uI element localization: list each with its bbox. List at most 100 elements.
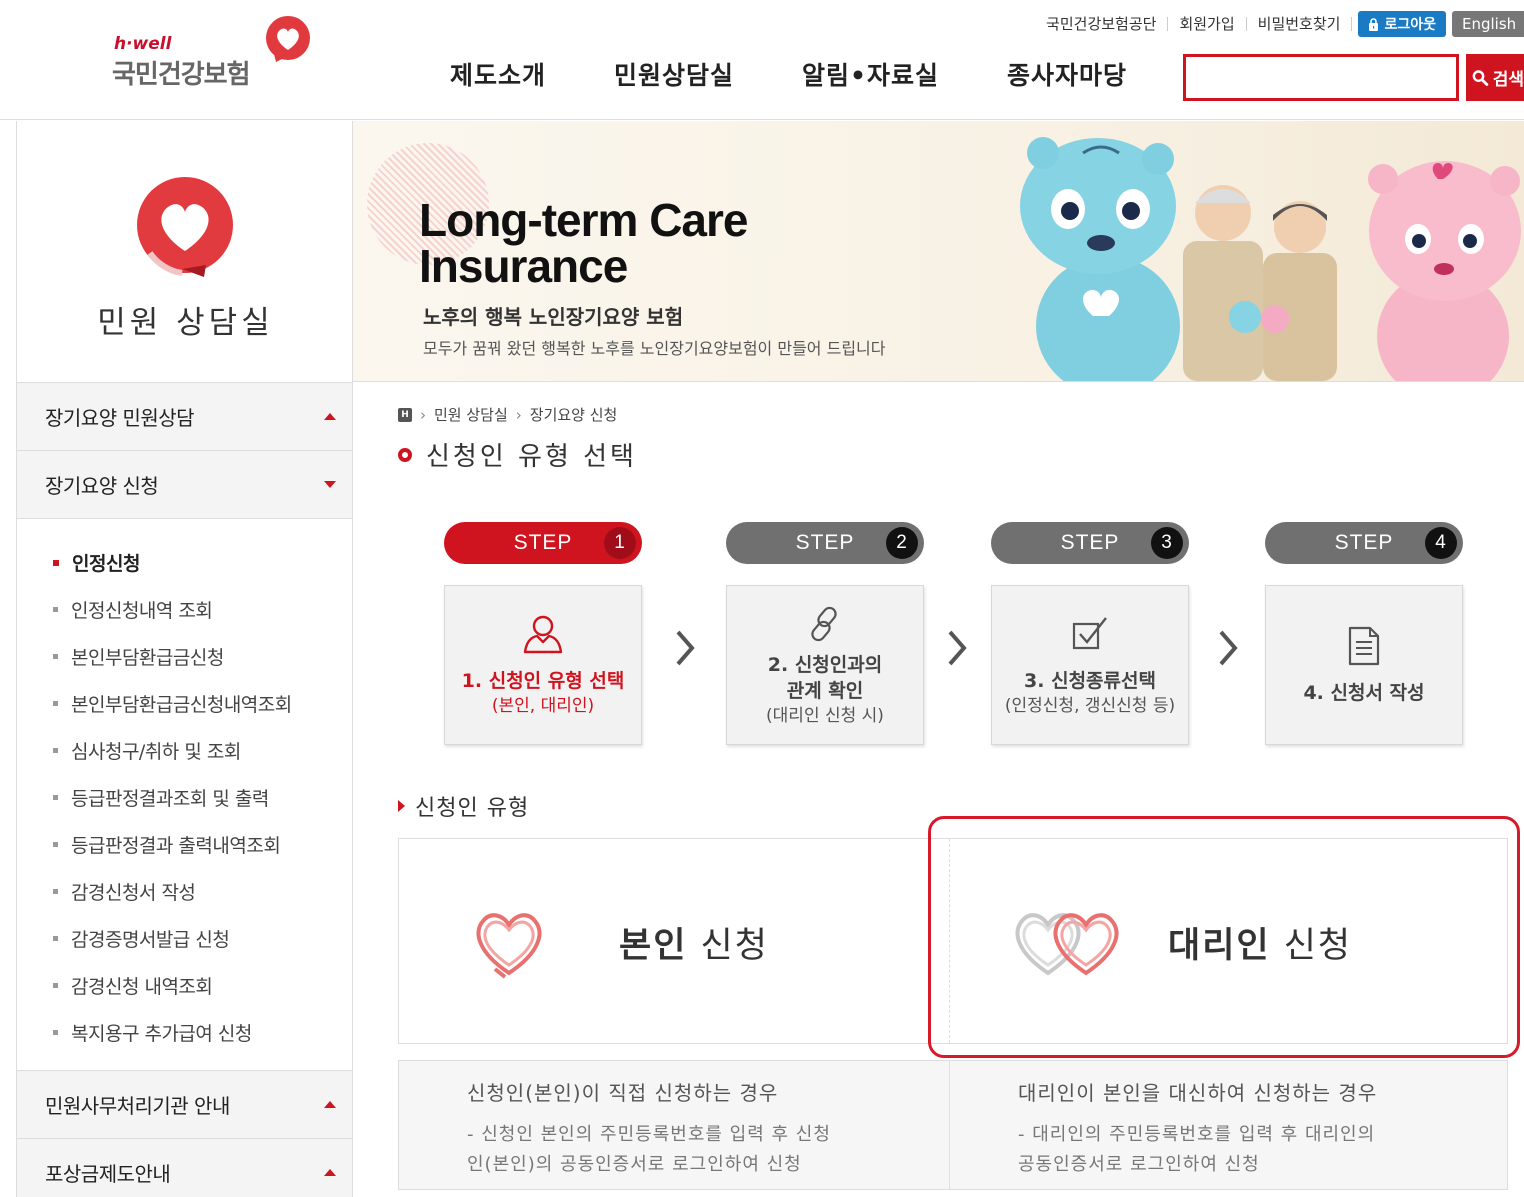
bullet-icon — [53, 559, 59, 566]
nav-item-system-intro[interactable]: 제도소개 — [450, 56, 546, 92]
section-title-text: 신청인 유형 — [415, 796, 530, 821]
step-box: 1. 신청인 유형 선택 (본인, 대리인) — [444, 585, 642, 745]
submenu-item-label: 감경신청 내역조회 — [71, 976, 213, 998]
proxy-apply-bold: 대리인 — [1168, 926, 1271, 966]
submenu-item-label: 등급판정결과조회 및 출력 — [71, 788, 269, 810]
submenu-item-reduction-form[interactable]: 감경신청서 작성 — [17, 868, 352, 915]
breadcrumb: H › 민원 상담실 › 장기요양 신청 — [398, 404, 617, 425]
sidebar-item-label: 민원사무처리기관 안내 — [45, 1094, 230, 1118]
step-pill: STEP 3 — [991, 522, 1189, 564]
step-label: 1. 신청인 유형 선택 — [461, 670, 625, 692]
submenu-item-label: 인정신청 — [72, 553, 140, 575]
bullet-icon — [53, 983, 58, 988]
description-line: 인(본인)의 공동인증서로 로그인하여 신청 — [467, 1154, 802, 1175]
submenu-item-label: 본인부담환급금신청내역조회 — [71, 694, 292, 716]
main-nav: 제도소개 민원상담실 알림•자료실 종사자마당 — [450, 56, 1195, 92]
breadcrumb-item-civil-consult[interactable]: 민원 상담실 — [434, 404, 508, 425]
submenu-item-certification-history[interactable]: 인정신청내역 조회 — [17, 586, 352, 633]
mascot-illustration — [1020, 137, 1521, 381]
link-icon — [811, 606, 837, 642]
util-link-join[interactable]: 회원가입 — [1168, 17, 1247, 32]
step-pill: STEP 1 — [444, 522, 642, 564]
heart-icon — [476, 913, 542, 979]
page-title-text: 신청인 유형 선택 — [426, 442, 637, 472]
chevron-right-icon — [676, 630, 695, 666]
proxy-apply-button[interactable]: 대리인 신청 — [949, 839, 1507, 1043]
heart-emblem-icon — [137, 177, 233, 277]
self-apply-button[interactable]: 본인 신청 — [399, 839, 948, 1043]
submenu-item-welfare-equipment[interactable]: 복지용구 추가급여 신청 — [17, 1009, 352, 1056]
submenu-item-appeal[interactable]: 심사청구/취하 및 조회 — [17, 727, 352, 774]
sidebar-item-ltc-apply[interactable]: 장기요양 신청 — [17, 451, 352, 519]
bullet-icon — [53, 701, 58, 706]
home-icon[interactable]: H — [398, 407, 412, 422]
submenu-item-reduction-history[interactable]: 감경신청 내역조회 — [17, 962, 352, 1009]
double-heart-icon — [1015, 913, 1119, 976]
submenu-item-grade-print-history[interactable]: 등급판정결과 출력내역조회 — [17, 821, 352, 868]
step-3: STEP 3 3. 신청종류선택 (인정신청, 갱신신청 등) — [991, 522, 1189, 745]
submenu-item-label: 심사청구/취하 및 조회 — [71, 741, 241, 763]
submenu-item-label: 인정신청내역 조회 — [71, 600, 213, 622]
sidebar-item-processing-agency[interactable]: 민원사무처리기관 안내 — [17, 1071, 352, 1139]
description-line: 공동인증서로 로그인하여 신청 — [1018, 1154, 1260, 1175]
step-label-line2: 관계 확인 — [786, 680, 864, 702]
english-button[interactable]: English — [1452, 11, 1524, 37]
step-note: (본인, 대리인) — [491, 696, 595, 716]
step-label-line1: 2. 신청인과의 — [767, 654, 883, 676]
sidebar-header: 민원 상담실 — [17, 121, 352, 383]
step-note: (인정신청, 갱신신청 등) — [1004, 696, 1176, 716]
site-logo[interactable]: h·well 국민건강보험 — [110, 14, 320, 90]
search-button[interactable]: 검색 — [1466, 54, 1524, 101]
triangle-bullet-icon — [398, 800, 405, 812]
sidebar-item-label: 장기요양 신청 — [45, 474, 159, 498]
description-head: 대리인이 본인을 대신하여 신청하는 경우 — [1018, 1081, 1378, 1105]
caret-down-icon — [324, 481, 336, 488]
search-input[interactable] — [1183, 54, 1459, 101]
util-link-nhis[interactable]: 국민건강보험공단 — [1035, 17, 1169, 32]
submenu-item-label: 등급판정결과 출력내역조회 — [71, 835, 281, 857]
document-icon — [1348, 626, 1380, 666]
nav-item-civil-consult[interactable]: 민원상담실 — [614, 56, 734, 92]
step-4: STEP 4 4. 신청서 작성 — [1265, 522, 1463, 745]
sidebar-item-label: 포상금제도안내 — [45, 1162, 171, 1186]
sidebar-item-reward-system[interactable]: 포상금제도안내 — [17, 1139, 352, 1197]
submenu-item-reduction-certificate[interactable]: 감경증명서발급 신청 — [17, 915, 352, 962]
caret-up-icon — [324, 1101, 336, 1108]
nav-item-notice-data[interactable]: 알림•자료실 — [802, 56, 939, 92]
description-head: 신청인(본인)이 직접 신청하는 경우 — [467, 1081, 779, 1105]
logout-button[interactable]: 로그아웃 — [1358, 11, 1446, 37]
search-button-label: 검색 — [1492, 70, 1524, 90]
nav-item-worker-plaza[interactable]: 종사자마당 — [1007, 56, 1127, 92]
sidebar-item-ltc-consult[interactable]: 장기요양 민원상담 — [17, 383, 352, 451]
breadcrumb-item-ltc-apply[interactable]: 장기요양 신청 — [530, 404, 618, 425]
description-body: - 신청인 본인의 주민등록번호를 입력 후 신청 인(본인)의 공동인증서로 … — [467, 1120, 948, 1180]
banner-title-line1: Long-term Care — [419, 194, 748, 246]
submenu-item-refund-apply[interactable]: 본인부담환급금신청 — [17, 633, 352, 680]
utility-nav: 국민건강보험공단 회원가입 비밀번호찾기 로그아웃 English — [1035, 10, 1524, 38]
chevron-right-icon: › — [515, 405, 522, 424]
step-pill-label: STEP — [513, 531, 573, 554]
step-number: 4 — [1425, 527, 1457, 559]
util-link-find-password[interactable]: 비밀번호찾기 — [1247, 17, 1353, 32]
self-apply-rest: 신청 — [687, 926, 769, 966]
caret-up-icon — [324, 1169, 336, 1176]
sidebar-title: 민원 상담실 — [97, 305, 274, 341]
description-line: - 신청인 본인의 주민등록번호를 입력 후 신청 — [467, 1124, 831, 1145]
description-line: - 대리인의 주민등록번호를 입력 후 대리인의 — [1018, 1124, 1376, 1145]
submenu-item-label: 복지용구 추가급여 신청 — [71, 1023, 252, 1045]
submenu-item-refund-history[interactable]: 본인부담환급금신청내역조회 — [17, 680, 352, 727]
step-label: 3. 신청종류선택 — [1024, 670, 1156, 692]
banner-title: Long-term Care Insurance — [419, 194, 748, 289]
site-header: h·well 국민건강보험 국민건강보험공단 회원가입 비밀번호찾기 로그아웃 … — [0, 0, 1524, 120]
bullet-icon — [53, 936, 58, 941]
self-apply-bold: 본인 — [619, 926, 688, 966]
description-body: - 대리인의 주민등록번호를 입력 후 대리인의 공동인증서로 로그인하여 신청 — [1018, 1120, 1507, 1180]
heart-logo-icon — [266, 16, 310, 62]
logo-name: 국민건강보험 — [112, 60, 251, 90]
checkbox-icon — [1072, 617, 1107, 650]
chevron-right-icon — [1219, 630, 1238, 666]
bullet-icon — [53, 607, 58, 612]
submenu-item-grade-result[interactable]: 등급판정결과조회 및 출력 — [17, 774, 352, 821]
applicant-type-descriptions: 신청인(본인)이 직접 신청하는 경우 - 신청인 본인의 주민등록번호를 입력… — [398, 1060, 1508, 1190]
submenu-item-certification-apply[interactable]: 인정신청 — [17, 539, 352, 586]
